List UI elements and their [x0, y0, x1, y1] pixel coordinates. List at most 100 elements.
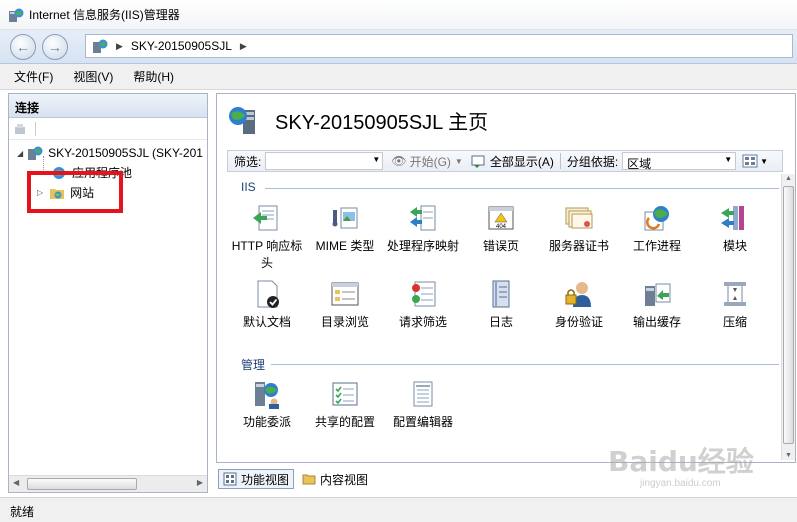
start-label: 开始(G) [409, 154, 451, 169]
feature-label: 共享的配置 [314, 415, 375, 429]
filter-label: 筛选: [234, 154, 262, 169]
back-button[interactable]: ← [10, 34, 36, 60]
modules-icon [721, 206, 744, 230]
highlight-annotation [27, 171, 123, 213]
status-text: 就绪 [10, 505, 35, 519]
tree-label-server[interactable]: SKY-20150905SJL (SKY-201 [48, 146, 203, 160]
feature-feature-delegation[interactable]: 功能委派 [229, 378, 305, 431]
scroll-up-icon[interactable]: ▲ [785, 175, 792, 182]
section-divider [271, 364, 779, 365]
tab-label: 功能视图 [241, 472, 290, 487]
forward-button[interactable]: → [42, 34, 68, 60]
toolbar-separator [559, 153, 561, 169]
feature-logging[interactable]: 日志 [463, 278, 539, 331]
start-button[interactable]: 👁 开始(G) ▼ [391, 153, 462, 170]
feature-request-filtering[interactable]: 请求筛选 [385, 278, 461, 331]
feature-http-response-headers[interactable]: HTTP 响应标头 [229, 202, 305, 272]
feature-modules[interactable]: 模块 [697, 202, 773, 255]
feature-label: 配置编辑器 [392, 415, 453, 429]
content-view-icon [302, 474, 316, 485]
group-by-select[interactable]: 区域 ▼ [622, 152, 737, 171]
feature-label: 模块 [722, 239, 747, 253]
mime-types-icon [332, 207, 358, 229]
feature-label: 目录浏览 [320, 315, 369, 329]
feature-compression[interactable]: 压缩 [697, 278, 773, 331]
logging-icon [492, 280, 510, 308]
vertical-scrollbar[interactable]: ▲ ▼ [781, 174, 795, 460]
feature-mime-types[interactable]: MIME 类型 [307, 202, 383, 255]
feature-label: 请求筛选 [398, 315, 447, 329]
address-bar: ← → ▶ SKY-20150905SJL ▶ [0, 30, 797, 64]
dropdown-arrow-icon[interactable]: ▼ [372, 155, 380, 164]
tree-node-server[interactable]: ◢ SKY-20150905SJL (SKY-201 [17, 145, 203, 161]
show-all-icon [471, 155, 485, 168]
feature-label: 输出缓存 [632, 315, 681, 329]
collapse-triangle-icon[interactable]: ◢ [17, 149, 23, 158]
filter-input[interactable]: ▼ [265, 152, 384, 170]
dropdown-arrow-icon[interactable]: ▼ [760, 157, 768, 166]
scroll-thumb[interactable] [27, 478, 137, 490]
server-certificates-icon [565, 207, 593, 229]
horizontal-scrollbar[interactable]: ◀ ▶ [9, 475, 207, 492]
directory-browsing-icon [331, 282, 359, 306]
menu-bar: 文件(F) 视图(V) 帮助(H) [0, 64, 797, 90]
view-mode-button[interactable]: ▼ [742, 154, 768, 168]
scroll-thumb[interactable] [783, 186, 794, 444]
dropdown-arrow-icon[interactable]: ▼ [455, 157, 463, 166]
handler-mappings-icon [410, 205, 436, 231]
tab-label: 内容视图 [320, 472, 369, 487]
feature-label: 服务器证书 [548, 239, 609, 253]
filter-bar: 筛选: ▼ 👁 开始(G) ▼ 全部显示(A) 分组依据: 区域 ▼ ▼ [227, 150, 783, 172]
request-filtering-icon [412, 281, 436, 307]
feature-shared-configuration[interactable]: 共享的配置 [307, 378, 383, 431]
section-divider [265, 188, 779, 189]
group-by-value[interactable]: 区域 [627, 157, 651, 171]
feature-label: MIME 类型 [315, 239, 375, 253]
view-grid-icon [742, 154, 758, 168]
scroll-right-icon[interactable]: ▶ [197, 478, 203, 487]
features-view-icon [223, 472, 237, 486]
feature-authentication[interactable]: 身份验证 [541, 278, 617, 331]
menu-file[interactable]: 文件(F) [14, 68, 53, 85]
feature-handler-mappings[interactable]: 处理程序映射 [385, 202, 461, 255]
tab-content-view[interactable]: 内容视图 [298, 469, 372, 489]
tab-features-view[interactable]: 功能视图 [218, 469, 295, 489]
connect-icon[interactable] [13, 122, 29, 136]
scroll-down-icon[interactable]: ▼ [785, 452, 792, 459]
server-icon [93, 39, 108, 53]
show-all-button[interactable]: 全部显示(A) [471, 153, 554, 170]
iis-app-icon [9, 8, 24, 22]
feature-directory-browsing[interactable]: 目录浏览 [307, 278, 383, 331]
feature-label: 功能委派 [242, 415, 291, 429]
feature-delegation-icon [255, 382, 279, 409]
address-segment-server[interactable]: SKY-20150905SJL [131, 39, 232, 53]
binoculars-icon: 👁 [391, 154, 407, 168]
feature-worker-processes[interactable]: 工作进程 [619, 202, 695, 255]
feature-label: 压缩 [722, 315, 747, 329]
chevron-right-icon: ▶ [116, 40, 123, 51]
menu-help[interactable]: 帮助(H) [133, 68, 174, 85]
shared-configuration-icon [332, 382, 358, 406]
view-tabs: 功能视图 内容视图 [218, 469, 376, 489]
server-large-icon [229, 107, 255, 134]
connections-toolbar [9, 118, 207, 140]
error-icon-text: 404 [496, 224, 507, 230]
page-title-text: SKY-20150905SJL 主页 [275, 111, 489, 134]
error-pages-icon: 404 [488, 206, 514, 230]
feature-configuration-editor[interactable]: 配置编辑器 [385, 378, 461, 431]
dropdown-arrow-icon[interactable]: ▼ [724, 155, 732, 164]
page-title: SKY-20150905SJL 主页 [227, 104, 488, 136]
scroll-left-icon[interactable]: ◀ [13, 478, 19, 487]
group-by-label: 分组依据: [566, 154, 619, 169]
back-arrow-icon: ← [16, 39, 30, 55]
address-box[interactable]: ▶ SKY-20150905SJL ▶ [85, 34, 793, 58]
feature-default-document[interactable]: 默认文档 [229, 278, 305, 331]
feature-error-pages[interactable]: 404 错误页 [463, 202, 539, 255]
feature-label: 日志 [488, 315, 513, 329]
feature-label: 处理程序映射 [386, 239, 459, 253]
chevron-right-icon[interactable]: ▶ [240, 41, 247, 52]
menu-view[interactable]: 视图(V) [73, 68, 113, 85]
baidu-watermark-url: jingyan.baidu.com [640, 478, 721, 489]
feature-server-certificates[interactable]: 服务器证书 [541, 202, 617, 255]
feature-output-caching[interactable]: 输出缓存 [619, 278, 695, 331]
